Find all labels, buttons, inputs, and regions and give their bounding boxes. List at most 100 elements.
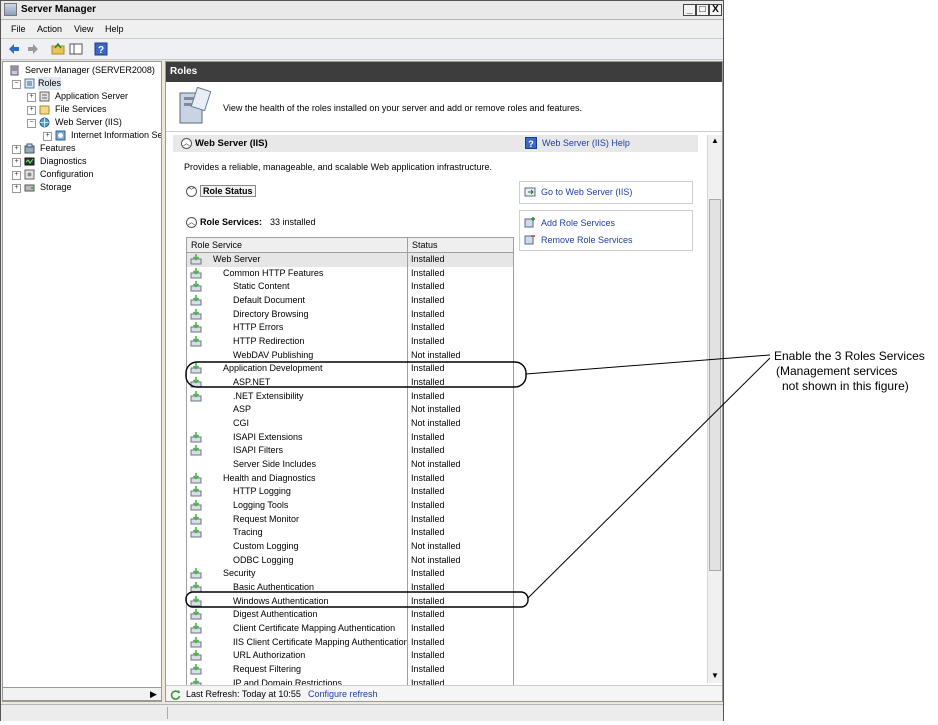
menu-view[interactable]: View — [74, 24, 93, 34]
table-row[interactable]: IIS Client Certificate Mapping Authentic… — [187, 636, 513, 650]
maximize-button[interactable]: □ — [696, 4, 709, 16]
table-row[interactable]: Default Document Installed — [187, 294, 513, 308]
expand-toggle[interactable]: + — [27, 106, 36, 115]
column-header-status[interactable]: Status — [412, 240, 438, 250]
role-service-status: Not installed — [411, 349, 461, 360]
table-row[interactable]: HTTP Errors Installed — [187, 321, 513, 335]
table-row[interactable]: Logging Tools Installed — [187, 499, 513, 513]
refresh-icon — [170, 690, 181, 700]
table-row[interactable]: Request Monitor Installed — [187, 513, 513, 527]
roles-icon — [24, 78, 35, 89]
configure-refresh-link[interactable]: Configure refresh — [308, 686, 378, 701]
table-row[interactable]: Security Installed — [187, 567, 513, 581]
scroll-up-icon[interactable]: ▲ — [711, 136, 719, 145]
table-row[interactable]: Health and Diagnostics Installed — [187, 472, 513, 486]
scroll-right-icon[interactable]: ▶ — [150, 689, 157, 700]
table-row[interactable]: URL Authorization Installed — [187, 649, 513, 663]
role-service-name: Tracing — [233, 527, 263, 538]
collapse-toggle[interactable]: − — [12, 80, 21, 89]
table-row[interactable]: Digest Authentication Installed — [187, 608, 513, 622]
role-status-tasks-box: Go to Web Server (IIS) — [519, 181, 693, 204]
title-bar: Server Manager _ □ X — [1, 1, 723, 20]
help-icon[interactable]: ? — [94, 42, 108, 56]
back-arrow-icon[interactable] — [7, 42, 21, 56]
role-services-count: 33 installed — [270, 217, 316, 227]
tree-horizontal-scrollbar[interactable]: ▶ — [2, 687, 162, 701]
table-row[interactable]: Common HTTP Features Installed — [187, 267, 513, 281]
role-service-name: Digest Authentication — [233, 609, 318, 620]
minimize-button[interactable]: _ — [683, 4, 696, 16]
table-row[interactable]: Basic Authentication Installed — [187, 581, 513, 595]
expand-toggle[interactable]: + — [12, 158, 21, 167]
intro-text: View the health of the roles installed o… — [223, 103, 583, 113]
table-row[interactable]: ISAPI Filters Installed — [187, 444, 513, 458]
expand-toggle[interactable]: + — [43, 132, 52, 141]
expand-toggle[interactable]: + — [12, 184, 21, 193]
collapse-toggle[interactable]: − — [27, 119, 36, 128]
table-row[interactable]: Server Side Includes Not installed — [187, 458, 513, 472]
role-service-status: Installed — [411, 527, 445, 538]
role-status-toggle[interactable]: Role Status — [200, 185, 256, 197]
table-row[interactable]: ASP Not installed — [187, 403, 513, 417]
table-row[interactable]: Windows Authentication Installed — [187, 595, 513, 609]
role-service-status: Not installed — [411, 404, 461, 415]
application-server-icon — [39, 91, 50, 102]
add-role-services-link[interactable]: Add Role Services — [541, 218, 615, 228]
installed-icon — [190, 609, 202, 620]
role-services-table: Role Service Status Web Server Installed C… — [186, 237, 514, 689]
table-row[interactable]: .NET Extensibility Installed — [187, 390, 513, 404]
table-row[interactable]: Directory Browsing Installed — [187, 308, 513, 322]
role-service-name: Client Certificate Mapping Authenticatio… — [233, 623, 396, 634]
remove-role-services-link[interactable]: Remove Role Services — [541, 235, 633, 245]
scrollbar-thumb[interactable] — [709, 199, 721, 571]
refresh-footer: Last Refresh: Today at 10:55 Configure r… — [166, 685, 722, 701]
table-row[interactable]: Tracing Installed — [187, 526, 513, 540]
expand-toggle[interactable]: + — [12, 171, 21, 180]
table-row[interactable]: Web Server Installed — [187, 253, 513, 267]
installed-icon — [190, 363, 202, 374]
show-hide-tree-icon[interactable] — [69, 42, 83, 56]
expand-role-status-icon[interactable]: ﹀ — [186, 186, 197, 197]
web-server-help-link[interactable]: Web Server (IIS) Help — [542, 138, 630, 148]
role-service-name: Application Development — [223, 363, 323, 374]
storage-icon — [24, 184, 35, 192]
table-row[interactable]: Application Development Installed — [187, 362, 513, 376]
table-row[interactable]: HTTP Redirection Installed — [187, 335, 513, 349]
diagnostics-icon — [24, 157, 35, 166]
table-row[interactable]: WebDAV Publishing Not installed — [187, 349, 513, 363]
go-to-web-server-link[interactable]: Go to Web Server (IIS) — [541, 187, 632, 197]
installed-icon — [190, 623, 202, 634]
table-row[interactable]: Custom Logging Not installed — [187, 540, 513, 554]
installed-icon — [190, 445, 202, 456]
role-service-name: Common HTTP Features — [223, 267, 324, 278]
table-row[interactable]: ODBC Logging Not installed — [187, 554, 513, 568]
menu-file[interactable]: File — [11, 24, 26, 34]
table-row[interactable]: CGI Not installed — [187, 417, 513, 431]
table-row[interactable]: Client Certificate Mapping Authenticatio… — [187, 622, 513, 636]
main-vertical-scrollbar[interactable]: ▲ ▼ — [707, 135, 722, 683]
column-header-role-service[interactable]: Role Service — [191, 240, 242, 250]
roles-banner-icon — [179, 87, 212, 124]
scroll-down-icon[interactable]: ▼ — [711, 671, 719, 680]
collapse-role-services-icon[interactable]: ︿ — [186, 217, 197, 228]
role-service-name: IIS Client Certificate Mapping Authentic… — [233, 636, 409, 647]
expand-toggle[interactable]: + — [12, 145, 21, 154]
forward-arrow-icon[interactable] — [26, 42, 40, 56]
role-service-status: Installed — [411, 623, 445, 634]
table-row[interactable]: Static Content Installed — [187, 280, 513, 294]
role-service-status: Not installed — [411, 418, 461, 429]
menu-help[interactable]: Help — [105, 24, 124, 34]
close-button[interactable]: X — [709, 4, 722, 16]
window-title: Server Manager — [21, 4, 97, 15]
role-service-name: Directory Browsing — [233, 308, 309, 319]
menu-action[interactable]: Action — [37, 24, 62, 34]
table-row[interactable]: HTTP Logging Installed — [187, 485, 513, 499]
expand-toggle[interactable]: + — [27, 93, 36, 102]
intro-banner: View the health of the roles installed o… — [166, 83, 722, 132]
configuration-icon — [24, 169, 35, 180]
collapse-section-icon[interactable]: ︿ — [181, 138, 192, 149]
table-row[interactable]: ASP.NET Installed — [187, 376, 513, 390]
table-row[interactable]: ISAPI Extensions Installed — [187, 431, 513, 445]
table-row[interactable]: Request Filtering Installed — [187, 663, 513, 677]
up-folder-icon[interactable] — [51, 42, 65, 56]
